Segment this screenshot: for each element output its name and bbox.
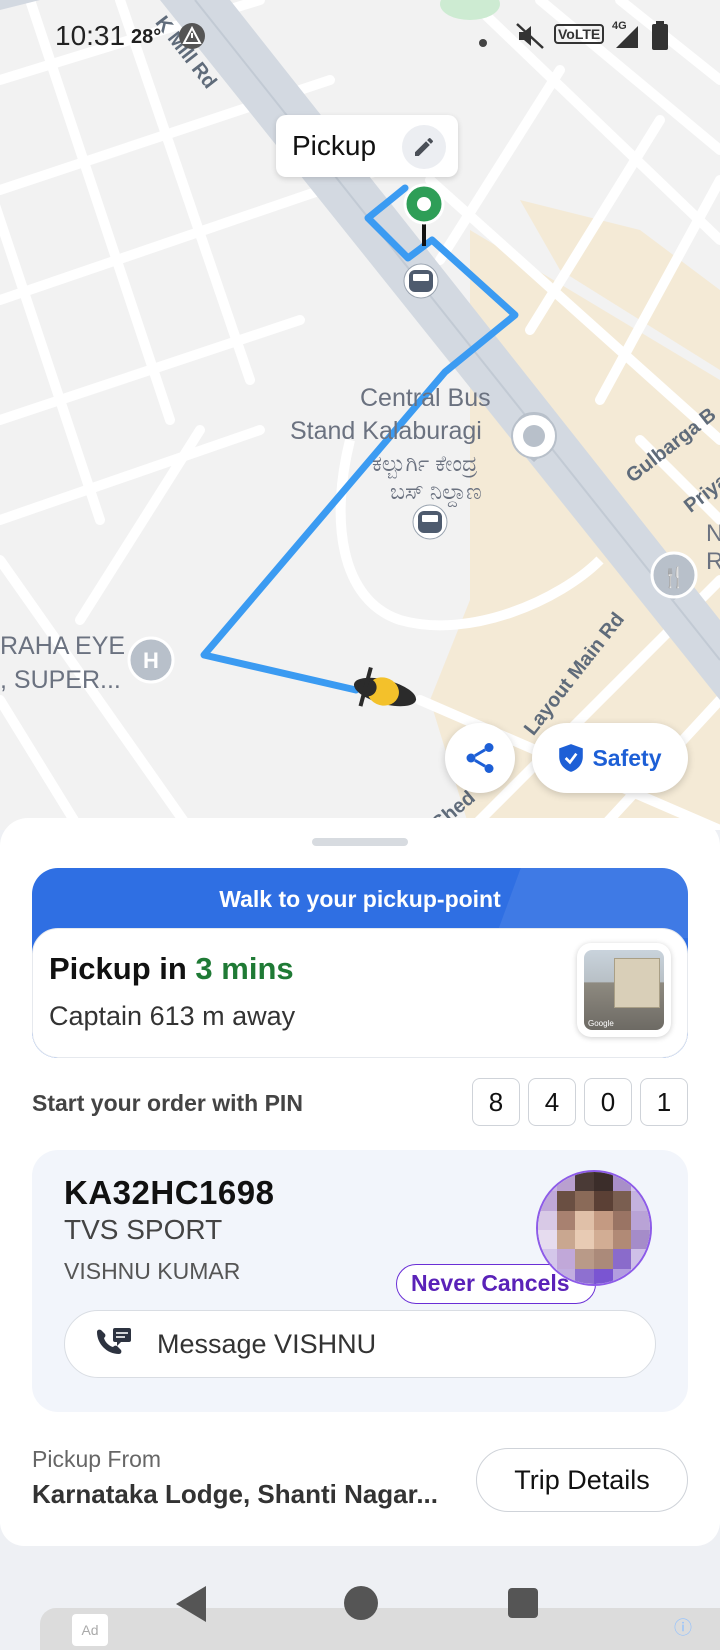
- driver-card: KA32HC1698 TVS SPORT VISHNU KUMAR Never …: [32, 1150, 688, 1412]
- pickup-from-label: Pickup From: [32, 1446, 162, 1472]
- signal-icon: [614, 24, 640, 56]
- pickup-status-card: Walk to your pickup-point Pickup in 3 mi…: [32, 868, 688, 1058]
- map-view[interactable]: H 🍴 K Mill Rd Gulbarga B Priya Layout Ma…: [0, 0, 720, 830]
- volte-icon: VoLTE: [554, 24, 605, 44]
- map-label-hospital-2: , SUPER...: [0, 666, 121, 694]
- alert-icon: [178, 22, 206, 56]
- pickup-eta-prefix: Pickup in: [49, 951, 196, 986]
- driver-avatar[interactable]: [536, 1170, 652, 1286]
- pickup-from: Pickup From Karnataka Lodge, Shanti Naga…: [32, 1446, 462, 1510]
- ad-label: Ad: [72, 1614, 108, 1646]
- captain-distance: Captain 613 m away: [49, 1001, 296, 1031]
- status-time: 10:31: [55, 20, 126, 51]
- pickup-eta-panel: Pickup in 3 mins Captain 613 m away Goog…: [32, 928, 688, 1058]
- map-label-bus-stand-1: Central Bus: [360, 384, 491, 412]
- recents-icon[interactable]: [508, 1588, 538, 1618]
- street-view-image: Google: [584, 950, 664, 1030]
- back-icon[interactable]: [176, 1586, 206, 1622]
- info-icon[interactable]: ⓘ: [674, 1614, 692, 1640]
- edit-pickup-button[interactable]: [402, 125, 446, 169]
- sheet-drag-handle[interactable]: [312, 838, 408, 846]
- safety-button[interactable]: Safety: [532, 723, 688, 793]
- status-bar: 10:31 28° VoLTE 4G: [0, 0, 720, 70]
- dot-icon: [478, 28, 488, 54]
- map-label-bus-stand-2: Stand Kalaburagi: [290, 417, 482, 445]
- shield-icon: [559, 744, 584, 772]
- trip-details-button[interactable]: Trip Details: [476, 1448, 688, 1512]
- map-label-hospital-1: RAHA EYE: [0, 632, 126, 660]
- pin-digit: 4: [528, 1078, 576, 1126]
- vehicle-model: TVS SPORT: [64, 1214, 223, 1245]
- pencil-icon: [415, 137, 434, 156]
- safety-label: Safety: [592, 744, 662, 771]
- vehicle-plate: KA32HC1698: [64, 1174, 275, 1211]
- ride-bottom-sheet: Walk to your pickup-point Pickup in 3 mi…: [0, 818, 720, 1546]
- pickup-eta-value: 3 mins: [195, 951, 294, 986]
- pin-row: Start your order with PIN 8 4 0 1: [32, 1078, 688, 1128]
- pickup-chip-label: Pickup: [292, 130, 377, 161]
- pin-label: Start your order with PIN: [32, 1090, 303, 1116]
- walk-banner: Walk to your pickup-point: [219, 885, 501, 912]
- share-icon: [466, 743, 494, 773]
- pin-digit: 8: [472, 1078, 520, 1126]
- map-label-poi-right: N R: [706, 520, 720, 575]
- pin-digit: 1: [640, 1078, 688, 1126]
- message-driver-label: Message VISHNU: [157, 1328, 377, 1359]
- svg-text:🍴: 🍴: [662, 565, 687, 589]
- pin-digit: 0: [584, 1078, 632, 1126]
- message-driver-button[interactable]: Message VISHNU: [64, 1310, 656, 1378]
- driver-name: VISHNU KUMAR: [64, 1258, 241, 1284]
- share-button[interactable]: [445, 723, 515, 793]
- pickup-eta: Pickup in 3 mins: [49, 951, 294, 987]
- battery-icon: [651, 21, 669, 57]
- home-icon[interactable]: [344, 1586, 378, 1620]
- status-temperature: 28°: [131, 26, 162, 48]
- pickup-chip[interactable]: Pickup: [276, 115, 458, 177]
- ad-banner[interactable]: Ad ⓘ: [40, 1608, 720, 1650]
- mute-icon: [515, 22, 545, 56]
- pickup-from-address: Karnataka Lodge, Shanti Nagar...: [32, 1479, 438, 1509]
- street-view-thumbnail[interactable]: Google: [577, 943, 671, 1037]
- svg-text:H: H: [143, 648, 159, 673]
- map-label-bus-stand-kn2: ಬಸ್ ನಿಲ್ದಾಣ: [390, 479, 482, 504]
- navigation-bar: Ad ⓘ: [0, 1556, 720, 1650]
- phone-chat-icon: [97, 1328, 131, 1354]
